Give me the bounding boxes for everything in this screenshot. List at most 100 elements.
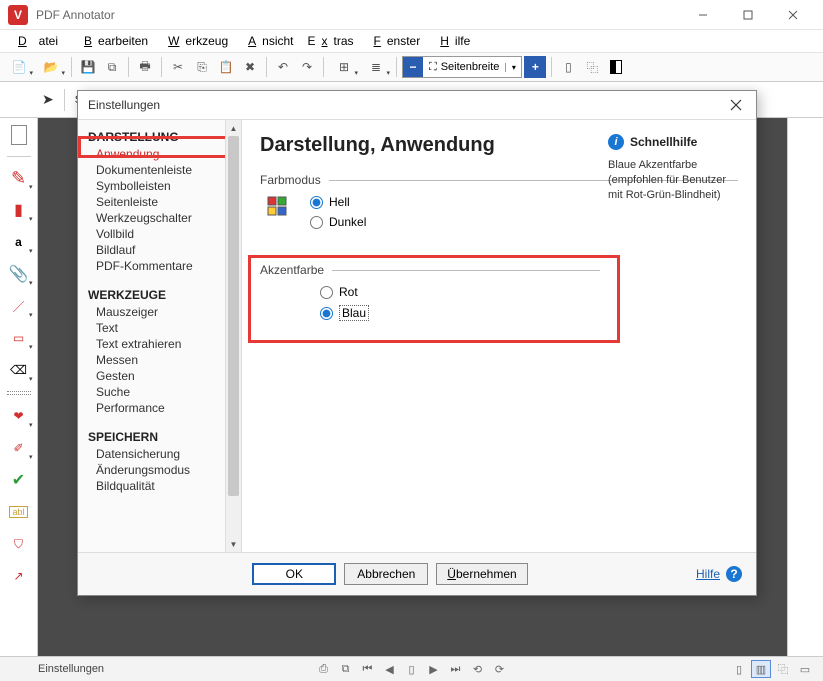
scroll-up-icon[interactable]: ▲ (226, 120, 241, 136)
nav-item-pdf-kommentare[interactable]: PDF-Kommentare (88, 258, 241, 274)
nav-item-mauszeiger[interactable]: Mauszeiger (88, 304, 241, 320)
zoom-control[interactable]: − ⛶Seitenbreite ▾ (402, 56, 522, 78)
apply-button[interactable]: Übernehmen (436, 563, 527, 585)
view-continuous-icon[interactable]: ▥ (751, 660, 771, 678)
menu-datei[interactable]: Datei (6, 32, 70, 50)
scroll-down-icon[interactable]: ▼ (226, 536, 241, 552)
nav-item-text-extrahieren[interactable]: Text extrahieren (88, 336, 241, 352)
nav-item-dokumentenleiste[interactable]: Dokumentenleiste (88, 162, 241, 178)
info-icon: i (608, 134, 624, 150)
maximize-button[interactable] (725, 1, 770, 29)
help-icon: ? (726, 566, 742, 582)
nav-item-werkzeugschalter[interactable]: Werkzeugschalter (88, 210, 241, 226)
close-button[interactable] (770, 1, 815, 29)
text-tool-icon[interactable]: a▾ (5, 229, 33, 255)
dialog-close-button[interactable] (726, 95, 746, 115)
nav-saveall-icon[interactable]: ⧉ (336, 660, 356, 678)
new-file-icon[interactable]: 📄▾ (4, 56, 34, 78)
pointer-tool-icon[interactable]: ➤ (42, 91, 54, 108)
highlighter-icon[interactable]: ▮▾ (5, 197, 33, 223)
nav-item-suche[interactable]: Suche (88, 384, 241, 400)
page-double-icon[interactable]: ⿻ (581, 56, 603, 78)
radio-dunkel[interactable]: Dunkel (310, 215, 366, 229)
pen-preset-icon[interactable]: ✐▾ (5, 435, 33, 461)
save-icon[interactable]: 💾 (77, 56, 99, 78)
app-logo-icon: V (8, 5, 28, 25)
arrow-tool-icon[interactable]: ↗ (5, 563, 33, 589)
nav-item-bildlauf[interactable]: Bildlauf (88, 242, 241, 258)
radio-rot[interactable]: Rot (320, 285, 738, 299)
checkmark-icon[interactable]: ✔ (5, 467, 33, 493)
list-icon[interactable]: ≣▾ (361, 56, 391, 78)
zoom-out-button[interactable]: − (403, 57, 423, 77)
minimize-button[interactable] (680, 1, 725, 29)
pen-red-icon[interactable]: ✎▾ (5, 165, 33, 191)
nav-item-datensicherung[interactable]: Datensicherung (88, 446, 241, 462)
nav-item-aenderungsmodus[interactable]: Änderungsmodus (88, 462, 241, 478)
dialog-nav: DARSTELLUNG Anwendung Dokumentenleiste S… (78, 120, 242, 552)
quickhelp-panel: iSchnellhilfe Blaue Akzentfarbe (empfohl… (608, 134, 740, 203)
nav-last-icon[interactable]: ⏭ (446, 660, 466, 678)
window-titlebar: V PDF Annotator (0, 0, 823, 30)
toolbox-separator (7, 391, 31, 395)
help-link[interactable]: Hilfe? (696, 566, 742, 582)
right-toolbox (787, 82, 823, 656)
rect-tool-icon[interactable]: ▭▾ (5, 325, 33, 351)
menu-ansicht[interactable]: Ansicht (236, 32, 299, 50)
delete-icon[interactable]: ✖ (239, 56, 261, 78)
nav-fwd-icon[interactable]: ⟳ (490, 660, 510, 678)
radio-blau[interactable]: Blau (320, 305, 738, 321)
nav-item-messen[interactable]: Messen (88, 352, 241, 368)
copy-icon[interactable]: ⎘ (191, 56, 213, 78)
redo-icon[interactable]: ↷ (296, 56, 318, 78)
nav-scrollbar[interactable]: ▲ ▼ (225, 120, 241, 552)
page-half-icon[interactable] (605, 56, 627, 78)
zoom-dropdown[interactable]: ▾ (505, 63, 521, 72)
nav-item-text[interactable]: Text (88, 320, 241, 336)
view-book-icon[interactable]: ▭ (795, 660, 815, 678)
menu-extras[interactable]: Extras (302, 32, 360, 50)
textbox-icon[interactable]: abl (5, 499, 33, 525)
favorite-icon[interactable]: ❤▾ (5, 403, 33, 429)
page-single-icon[interactable]: ▯ (557, 56, 579, 78)
save-all-icon[interactable]: ⧉ (101, 56, 123, 78)
nav-item-seitenleiste[interactable]: Seitenleiste (88, 194, 241, 210)
undo-icon[interactable]: ↶ (272, 56, 294, 78)
view-twopage-icon[interactable]: ⿻ (773, 660, 793, 678)
line-tool-icon[interactable]: ／▾ (5, 293, 33, 319)
nav-item-bildqualitaet[interactable]: Bildqualität (88, 478, 241, 494)
attachment-icon[interactable]: 📎▾ (5, 261, 33, 287)
cut-icon[interactable]: ✂ (167, 56, 189, 78)
eraser-icon[interactable]: ⌫▾ (5, 357, 33, 383)
menu-werkzeug[interactable]: Werkzeug (156, 32, 234, 50)
nav-item-performance[interactable]: Performance (88, 400, 241, 416)
stamp-icon[interactable]: ⛉ (5, 531, 33, 557)
nav-page-icon[interactable]: ▯ (402, 660, 422, 678)
left-toolbox: ✎▾ ▮▾ a▾ 📎▾ ／▾ ▭▾ ⌫▾ ❤▾ ✐▾ ✔ abl ⛉ ↗ (0, 82, 38, 656)
nav-first-icon[interactable]: ⏮ (358, 660, 378, 678)
view-single-icon[interactable]: ▯ (729, 660, 749, 678)
nav-save-icon[interactable]: ⎙ (314, 660, 334, 678)
cancel-button[interactable]: Abbrechen (344, 563, 428, 585)
nav-back-icon[interactable]: ⟲ (468, 660, 488, 678)
zoom-label[interactable]: ⛶Seitenbreite (423, 61, 505, 74)
zoom-in-button[interactable]: + (524, 56, 546, 78)
radio-hell[interactable]: Hell (310, 195, 366, 209)
print-icon[interactable]: 🖶 (134, 56, 156, 78)
ok-button[interactable]: OK (252, 563, 336, 585)
nav-next-icon[interactable]: ▶ (424, 660, 444, 678)
nav-item-vollbild[interactable]: Vollbild (88, 226, 241, 242)
menu-hilfe[interactable]: Hilfe (428, 32, 476, 50)
scroll-thumb[interactable] (228, 136, 239, 496)
paste-icon[interactable]: 📋 (215, 56, 237, 78)
open-folder-icon[interactable]: 📂▾ (36, 56, 66, 78)
grid-icon[interactable]: ⊞▾ (329, 56, 359, 78)
nav-prev-icon[interactable]: ◀ (380, 660, 400, 678)
nav-item-symbolleisten[interactable]: Symbolleisten (88, 178, 241, 194)
dialog-titlebar: Einstellungen (78, 91, 756, 119)
menu-fenster[interactable]: Fenster (362, 32, 427, 50)
nav-item-gesten[interactable]: Gesten (88, 368, 241, 384)
menu-bearbeiten[interactable]: Bearbeiten (72, 32, 154, 50)
page-thumb-icon[interactable] (5, 122, 33, 148)
nav-item-anwendung[interactable]: Anwendung (88, 146, 241, 162)
